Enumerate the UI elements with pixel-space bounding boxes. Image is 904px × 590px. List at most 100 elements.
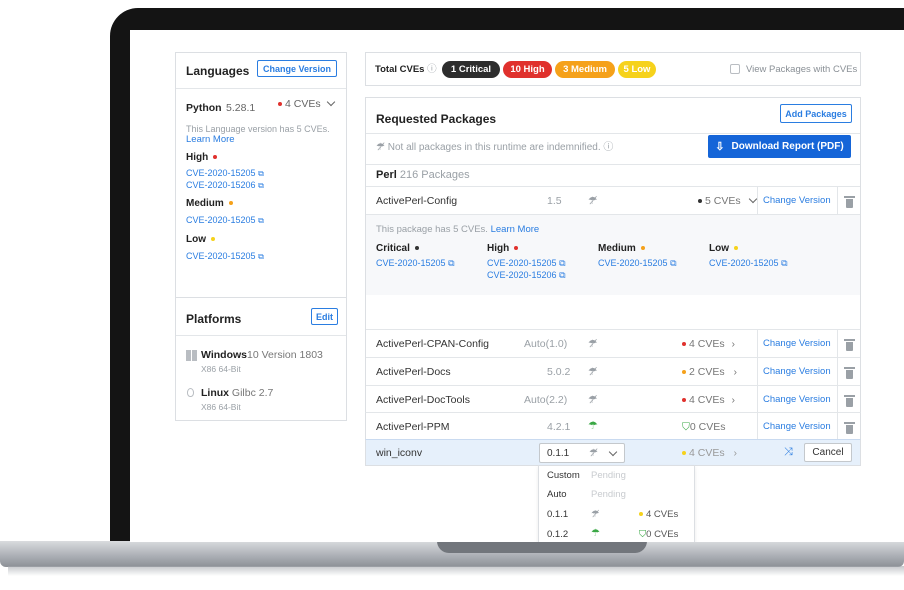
table-row[interactable]: ActivePerl-CPAN-Config Auto(1.0) ☂̸ 4 CV…: [366, 329, 860, 358]
low-count-badge: 5 Low: [618, 61, 656, 78]
indemnified-icon: ☂: [588, 420, 598, 432]
trash-icon[interactable]: [844, 339, 855, 351]
change-version-link[interactable]: Change Version: [763, 366, 831, 378]
cve-link[interactable]: CVE-2020-15205 ⧉: [709, 257, 788, 269]
indemnified-icon: ☂: [591, 528, 600, 539]
dropdown-item[interactable]: Auto Pending: [539, 485, 694, 504]
trash-icon[interactable]: [844, 196, 855, 208]
not-indemnified-icon: ☂̸: [588, 195, 598, 207]
chevron-right-icon: ›: [733, 366, 738, 378]
divider: [757, 358, 758, 386]
language-name: Python 5.28.1: [186, 98, 276, 114]
version-dropdown: Custom Pending Auto Pending 0.1.1 ☂̸ 4 C…: [538, 465, 695, 542]
cve-count[interactable]: ⛉0 CVEs: [682, 421, 725, 433]
cve-count[interactable]: 5 CVEs: [698, 194, 757, 207]
table-row[interactable]: ActivePerl-Config 1.5 ☂̸ 5 CVEs Change V…: [366, 186, 860, 215]
divider: [366, 133, 860, 134]
package-version: Auto(1.0): [524, 338, 568, 350]
not-indemnified-icon: ☂̸: [589, 448, 598, 459]
laptop-shadow: [8, 566, 904, 576]
external-link-icon: ⧉: [258, 181, 264, 190]
trash-icon[interactable]: [844, 367, 855, 379]
not-indemnified-icon: ☂̸: [588, 366, 598, 378]
language-cve-toggle[interactable]: 4 CVEs: [275, 97, 343, 110]
table-row-editing[interactable]: win_iconv 0.1.1 ☂̸ 4 CVEs › ⤨ Cancel: [365, 439, 861, 466]
option-status: Pending: [591, 470, 626, 481]
change-version-button[interactable]: Change Version: [257, 60, 337, 77]
cve-count[interactable]: 4 CVEs ›: [682, 447, 737, 459]
divider: [176, 335, 346, 336]
linux-icon: [187, 388, 194, 397]
cve-count[interactable]: 4 CVEs ›: [682, 338, 735, 350]
change-version-link[interactable]: Change Version: [763, 195, 831, 207]
view-packages-label[interactable]: View Packages with CVEs: [746, 64, 857, 76]
total-cves-label: Total CVEs ⓘ: [375, 64, 437, 75]
not-indemnified-icon: ☂̸: [588, 338, 598, 350]
change-version-link[interactable]: Change Version: [763, 394, 831, 406]
table-row[interactable]: ActivePerl-Docs 5.0.2 ☂̸ 2 CVEs › Change…: [366, 357, 860, 386]
cve-link[interactable]: CVE-2020-15205 ⧉: [186, 250, 264, 263]
severity-medium-label: Medium: [598, 243, 648, 255]
download-report-button[interactable]: ⇩ Download Report (PDF): [708, 135, 851, 158]
table-row[interactable]: ActivePerl-PPM 4.2.1 ☂ ⛉0 CVEs Change Ve…: [365, 412, 861, 441]
divider: [837, 413, 838, 441]
add-packages-button[interactable]: Add Packages: [780, 104, 852, 123]
trash-icon[interactable]: [844, 422, 855, 434]
change-version-link[interactable]: Change Version: [763, 421, 831, 433]
external-link-icon: ⧉: [258, 216, 264, 225]
package-version: 4.2.1: [547, 421, 571, 433]
trash-icon[interactable]: [844, 395, 855, 407]
external-link-icon: ⧉: [559, 270, 566, 280]
change-version-link[interactable]: Change Version: [763, 338, 831, 350]
platform-arch: X86 64-Bit: [201, 402, 241, 412]
package-name: ActivePerl-Docs: [376, 366, 451, 378]
learn-more-link[interactable]: Learn More: [186, 134, 235, 146]
version-select[interactable]: 0.1.1 ☂̸: [539, 443, 625, 463]
shield-check-icon: ⛉: [682, 421, 690, 433]
dropdown-item[interactable]: 0.1.1 ☂̸ 4 CVEs: [539, 505, 694, 524]
info-icon: ⓘ: [427, 64, 437, 75]
language-version: 5.28.1: [226, 102, 256, 114]
edit-platforms-button[interactable]: Edit: [311, 308, 338, 325]
divider: [837, 358, 838, 386]
option-cves: 4 CVEs: [639, 509, 678, 521]
chevron-right-icon: ›: [731, 394, 736, 406]
dropdown-item[interactable]: Custom Pending: [539, 466, 694, 485]
package-version: 1.5: [547, 195, 562, 207]
option-status: Pending: [591, 489, 626, 500]
option-label: 0.1.1: [547, 509, 569, 520]
stage: Languages Change Version Python 5.28.1 4…: [0, 0, 904, 590]
package-version: Auto(2.2): [524, 394, 568, 406]
divider: [757, 330, 758, 358]
divider: [757, 413, 758, 441]
cancel-button[interactable]: Cancel: [804, 443, 852, 462]
cve-link[interactable]: CVE-2020-15206 ⧉: [186, 179, 264, 192]
shuffle-icon[interactable]: ⤨: [784, 446, 793, 458]
dropdown-item[interactable]: 0.1.2 ☂ ⛉0 CVEs: [539, 525, 694, 542]
learn-more-link: Learn More: [490, 224, 540, 235]
view-packages-checkbox[interactable]: [730, 64, 740, 74]
divider: [176, 88, 346, 89]
platform-linux: Linux Gilbc 2.7: [201, 387, 274, 399]
critical-count-badge: 1 Critical: [442, 61, 500, 78]
cve-link[interactable]: CVE-2020-15205 ⧉: [598, 257, 677, 269]
download-icon: ⇩: [715, 141, 725, 153]
external-link-icon: ⧉: [781, 258, 788, 268]
languages-card: Languages Change Version Python 5.28.1 4…: [175, 52, 347, 299]
total-cves-bar: Total CVEs ⓘ 1 Critical 10 High 3 Medium…: [365, 52, 861, 86]
cve-link[interactable]: CVE-2020-15205 ⧉: [186, 214, 264, 227]
cve-link[interactable]: CVE-2020-15205 ⧉: [376, 257, 455, 269]
divider: [757, 386, 758, 414]
severity-low-label: Low: [186, 234, 218, 246]
laptop-notch: [437, 541, 647, 553]
severity-high-label: High: [487, 243, 521, 255]
platform-arch: X86 64-Bit: [201, 364, 241, 374]
requested-packages-title: Requested Packages: [376, 112, 497, 126]
cve-link[interactable]: CVE-2020-15205 ⧉: [487, 257, 566, 269]
option-label: Custom: [547, 470, 580, 481]
cve-count[interactable]: 2 CVEs ›: [682, 366, 737, 378]
cve-count[interactable]: 4 CVEs ›: [682, 394, 735, 406]
severity-high-label: High: [186, 152, 220, 164]
cve-link[interactable]: CVE-2020-15206 ⧉: [487, 269, 566, 281]
table-row[interactable]: ActivePerl-DocTools Auto(2.2) ☂̸ 4 CVEs …: [366, 385, 860, 414]
